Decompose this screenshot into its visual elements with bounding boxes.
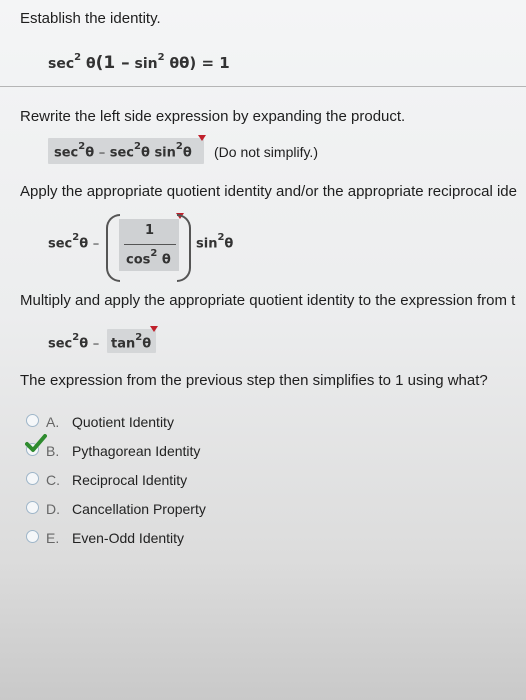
option-c-radio[interactable] (26, 472, 39, 485)
step1-instruction: Rewrite the left side expression by expa… (20, 108, 406, 125)
option-e-radio[interactable] (26, 530, 39, 543)
option-e-letter: E. (46, 530, 60, 546)
option-c-text[interactable]: Reciprocal Identity (72, 472, 187, 488)
answer-marker-icon (150, 326, 158, 332)
option-b-text[interactable]: Pythagorean Identity (72, 443, 200, 459)
step2-lead: sec2θ – (48, 232, 100, 252)
right-paren-icon (177, 214, 191, 282)
step2-tail: sin2θ (196, 232, 234, 252)
option-b-letter: B. (46, 443, 60, 459)
step3-answer: tan2θ (111, 332, 152, 352)
section-divider (0, 86, 526, 87)
fraction-bar (124, 244, 176, 245)
option-d-letter: D. (46, 501, 60, 517)
step1-answer: sec2θ – sec2θ sin2θ (54, 141, 192, 161)
option-d-radio[interactable] (26, 501, 39, 514)
step3-instruction: Multiply and apply the appropriate quoti… (20, 292, 516, 309)
step3-lead: sec2θ – (48, 332, 100, 352)
answer-marker-icon (198, 135, 206, 141)
fraction-numerator: 1 (145, 223, 155, 238)
step1-note: (Do not simplify.) (214, 144, 318, 160)
checkmark-icon (25, 434, 47, 452)
left-paren-icon (106, 214, 120, 282)
option-d-text[interactable]: Cancellation Property (72, 501, 206, 517)
option-a-text[interactable]: Quotient Identity (72, 414, 174, 430)
identity-expression: sec2 θ(1 – sin2 θθ) = 1 (48, 52, 230, 73)
option-a-radio[interactable] (26, 414, 39, 427)
step2-instruction: Apply the appropriate quotient identity … (20, 183, 517, 200)
option-a-letter: A. (46, 414, 60, 430)
option-e-text[interactable]: Even-Odd Identity (72, 530, 184, 546)
fraction-denominator: cos2 θ (126, 248, 171, 268)
option-c-letter: C. (46, 472, 60, 488)
question-text: The expression from the previous step th… (20, 372, 488, 389)
prompt-text: Establish the identity. (20, 10, 161, 27)
